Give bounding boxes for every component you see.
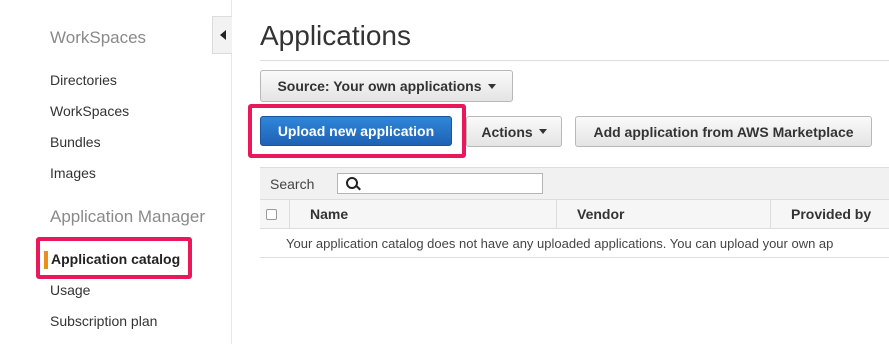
source-dropdown[interactable]: Source: Your own applications bbox=[260, 70, 513, 102]
sidebar-item-bundles[interactable]: Bundles bbox=[50, 134, 101, 150]
table-header: Name Vendor Provided by bbox=[260, 200, 889, 229]
upload-new-application-button[interactable]: Upload new application bbox=[260, 116, 452, 146]
search-input[interactable] bbox=[337, 173, 543, 194]
search-label: Search bbox=[270, 176, 315, 192]
empty-table-message: Your application catalog does not have a… bbox=[286, 236, 834, 251]
divider bbox=[260, 60, 889, 61]
actions-label: Actions bbox=[481, 123, 533, 140]
add-from-marketplace-button[interactable]: Add application from AWS Marketplace bbox=[575, 116, 872, 147]
column-header-vendor[interactable]: Vendor bbox=[577, 206, 624, 222]
sidebar-item-workspaces[interactable]: WorkSpaces bbox=[50, 103, 129, 119]
chevron-down-icon bbox=[538, 129, 547, 134]
active-marker bbox=[44, 251, 48, 269]
sidebar-item-application-catalog[interactable]: Application catalog bbox=[36, 237, 192, 279]
actions-dropdown-button[interactable]: Actions bbox=[466, 116, 562, 147]
upload-button-label: Upload new application bbox=[277, 123, 435, 139]
collapse-sidebar-button[interactable] bbox=[212, 16, 232, 54]
table-toolbar: Search bbox=[260, 167, 889, 200]
column-divider bbox=[556, 200, 557, 228]
caret-left-icon bbox=[219, 30, 226, 40]
source-dropdown-label: Source: Your own applications bbox=[277, 78, 482, 94]
search-icon bbox=[346, 177, 358, 189]
column-header-provided-by[interactable]: Provided by bbox=[791, 206, 871, 222]
sidebar: WorkSpaces Directories WorkSpaces Bundle… bbox=[0, 0, 232, 344]
table-row: Your application catalog does not have a… bbox=[260, 230, 889, 258]
page-title: Applications bbox=[260, 20, 411, 51]
chevron-down-icon bbox=[487, 83, 496, 89]
column-divider bbox=[770, 200, 771, 228]
marketplace-label: Add application from AWS Marketplace bbox=[593, 123, 854, 140]
sidebar-section-application-manager: Application Manager bbox=[50, 207, 205, 226]
sidebar-section-workspaces: WorkSpaces bbox=[50, 28, 147, 47]
sidebar-item-directories[interactable]: Directories bbox=[50, 72, 117, 88]
select-all-checkbox[interactable] bbox=[266, 209, 277, 220]
sidebar-item-subscription-plan[interactable]: Subscription plan bbox=[50, 313, 157, 329]
sidebar-item-images[interactable]: Images bbox=[50, 165, 96, 181]
sidebar-item-usage[interactable]: Usage bbox=[50, 282, 90, 298]
sidebar-item-label: Application catalog bbox=[51, 251, 181, 267]
column-header-name[interactable]: Name bbox=[310, 206, 348, 222]
column-divider bbox=[289, 200, 290, 228]
